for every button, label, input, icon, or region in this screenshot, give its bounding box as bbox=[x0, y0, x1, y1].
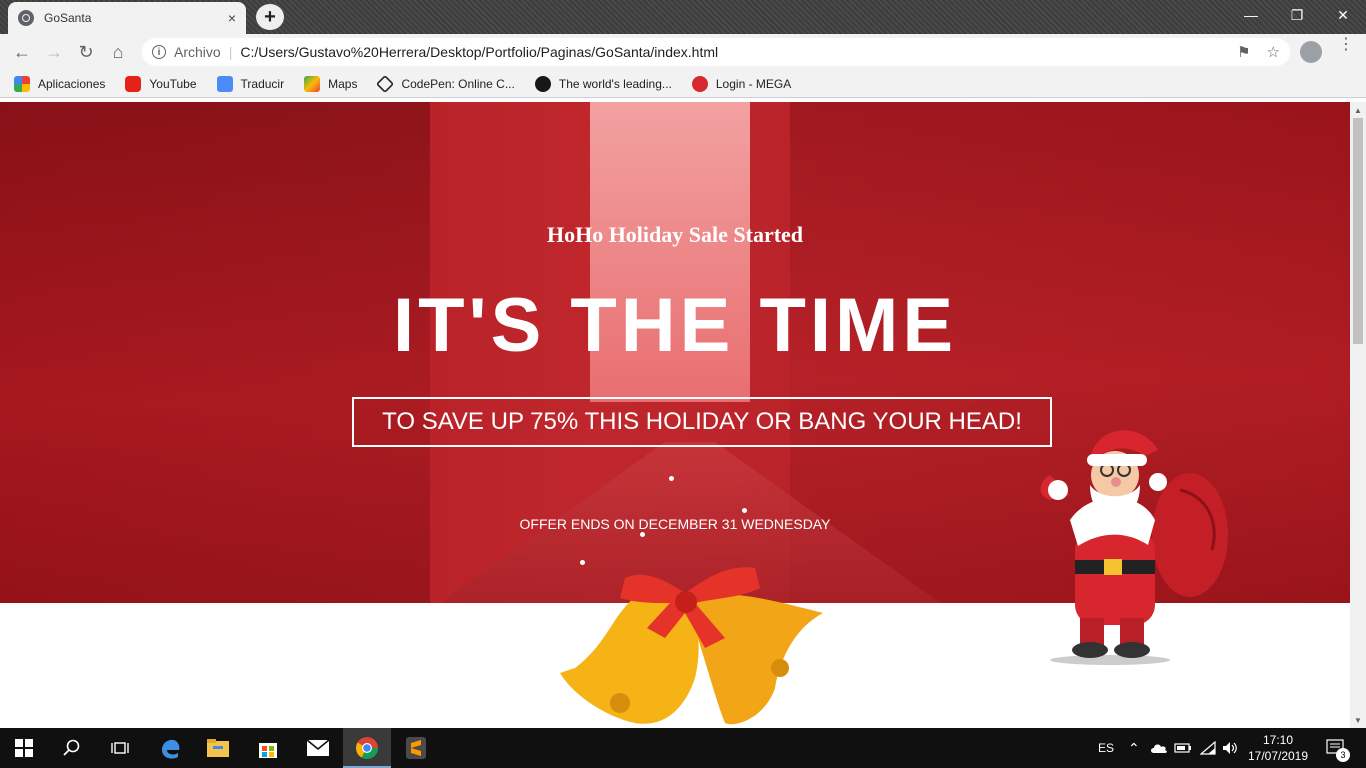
page-viewport: HoHo Holiday Sale Started IT'S THE TIME … bbox=[0, 102, 1350, 728]
apps-grid-icon bbox=[14, 75, 30, 92]
bookmark-aplicaciones[interactable]: Aplicaciones bbox=[14, 75, 105, 92]
scroll-up-icon[interactable]: ▲ bbox=[1350, 102, 1366, 118]
snowflake-icon bbox=[669, 476, 674, 481]
chrome-taskbar-icon[interactable] bbox=[343, 728, 391, 768]
battery-icon[interactable] bbox=[1174, 728, 1192, 768]
bookmark-youtube[interactable]: YouTube bbox=[125, 75, 197, 92]
snowflake-icon bbox=[640, 532, 645, 537]
mail-icon[interactable] bbox=[294, 728, 342, 768]
translate-icon bbox=[216, 75, 233, 92]
clock-time: 17:10 bbox=[1262, 733, 1294, 747]
bookmark-codepen[interactable]: CodePen: Online C... bbox=[376, 74, 515, 93]
bookmark-star-icon[interactable]: ☆ bbox=[1267, 43, 1280, 61]
notification-center-icon[interactable]: 3 bbox=[1326, 728, 1350, 768]
menu-kebab-icon[interactable]: ⋮ bbox=[1338, 37, 1354, 53]
codepen-icon bbox=[376, 74, 395, 93]
back-icon[interactable]: ← bbox=[8, 38, 36, 66]
github-icon bbox=[534, 75, 551, 92]
home-icon[interactable]: ⌂ bbox=[104, 38, 132, 66]
address-separator: | bbox=[228, 44, 233, 60]
onedrive-icon[interactable] bbox=[1150, 728, 1168, 768]
tab-title: GoSanta bbox=[44, 11, 92, 25]
browser-toolbar: ← → ↻ ⌂ i Archivo | C:/Users/Gustavo%20H… bbox=[0, 34, 1366, 70]
new-tab-button[interactable]: + bbox=[256, 4, 284, 30]
language-indicator[interactable]: ES bbox=[1098, 728, 1114, 768]
bookmark-maps[interactable]: Maps bbox=[304, 75, 357, 92]
close-window-icon[interactable]: ✕ bbox=[1320, 0, 1366, 30]
profile-avatar-icon[interactable] bbox=[1300, 41, 1322, 63]
hero-promo-box: TO SAVE UP 75% THIS HOLIDAY OR BANG YOUR… bbox=[352, 397, 1052, 447]
bookmarks-bar: Aplicaciones YouTube Traducir Maps CodeP… bbox=[0, 70, 1366, 98]
info-icon[interactable]: i bbox=[152, 45, 166, 59]
bookmark-mega[interactable]: Login - MEGA bbox=[691, 75, 791, 92]
task-view-icon[interactable] bbox=[96, 728, 144, 768]
reload-icon[interactable]: ↻ bbox=[72, 38, 100, 66]
address-bar[interactable]: i Archivo | C:/Users/Gustavo%20Herrera/D… bbox=[142, 38, 1290, 66]
windows-taskbar: ES ⌃ 17:10 17/07/2019 3 bbox=[0, 728, 1366, 768]
forward-icon[interactable]: → bbox=[40, 38, 68, 66]
sublime-text-icon[interactable] bbox=[392, 728, 440, 768]
scroll-down-icon[interactable]: ▼ bbox=[1350, 712, 1366, 728]
search-icon[interactable] bbox=[48, 728, 96, 768]
minimize-icon[interactable]: — bbox=[1228, 0, 1274, 30]
hero-subtitle: HoHo Holiday Sale Started bbox=[546, 222, 804, 247]
santa-claus-icon bbox=[1040, 430, 1228, 665]
scrollbar-thumb[interactable] bbox=[1353, 118, 1363, 344]
translate-icon[interactable]: ⚑ bbox=[1237, 43, 1250, 61]
clock-date: 17/07/2019 bbox=[1247, 749, 1309, 763]
edge-icon[interactable] bbox=[146, 728, 194, 768]
christmas-bells-icon bbox=[560, 567, 823, 728]
globe-icon bbox=[18, 10, 34, 26]
scheme-label: Archivo bbox=[174, 44, 221, 60]
maps-icon bbox=[304, 75, 321, 92]
restore-icon[interactable]: ❐ bbox=[1274, 0, 1320, 30]
notification-count-badge: 3 bbox=[1336, 748, 1350, 762]
store-icon[interactable] bbox=[244, 728, 292, 768]
taskbar-clock[interactable]: 17:10 17/07/2019 bbox=[1240, 732, 1316, 764]
wifi-icon[interactable] bbox=[1200, 728, 1216, 768]
bookmark-traducir[interactable]: Traducir bbox=[216, 75, 284, 92]
tab-close-icon[interactable]: × bbox=[228, 10, 236, 26]
snowflake-icon bbox=[742, 508, 747, 513]
youtube-icon bbox=[125, 75, 142, 92]
bookmark-github[interactable]: The world's leading... bbox=[534, 75, 672, 92]
hero-title: IT'S THE TIME bbox=[392, 283, 958, 368]
chevron-up-icon[interactable]: ⌃ bbox=[1128, 728, 1140, 768]
url-text[interactable]: C:/Users/Gustavo%20Herrera/Desktop/Portf… bbox=[240, 44, 718, 60]
volume-icon[interactable] bbox=[1222, 728, 1238, 768]
browser-titlebar: GoSanta × + — ❐ ✕ bbox=[0, 0, 1366, 34]
mega-icon bbox=[691, 75, 708, 92]
tab-gosanta[interactable]: GoSanta × bbox=[8, 2, 246, 34]
file-explorer-icon[interactable] bbox=[194, 728, 242, 768]
windows-start-icon[interactable] bbox=[0, 728, 48, 768]
